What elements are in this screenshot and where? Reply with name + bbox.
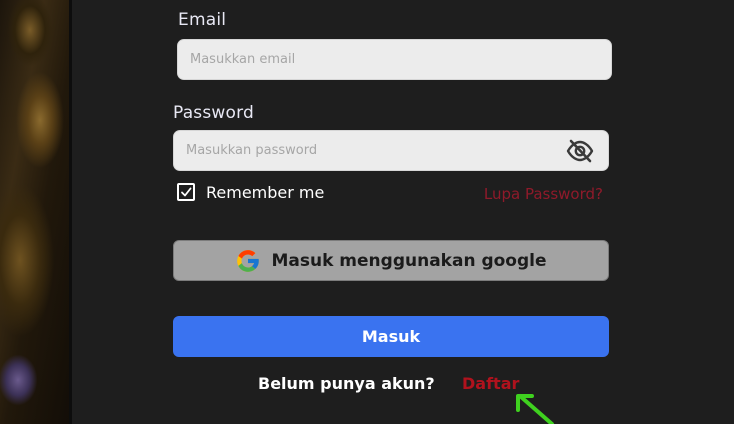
remember-label[interactable]: Remember me xyxy=(206,183,324,202)
arrow-icon xyxy=(516,394,554,424)
login-page: Email Password Remember me Lupa Password… xyxy=(0,0,734,424)
eye-off-icon[interactable] xyxy=(566,138,594,164)
google-icon xyxy=(237,249,260,272)
no-account-text: Belum punya akun? xyxy=(258,374,435,393)
password-label: Password xyxy=(173,103,255,123)
login-submit-button[interactable]: Masuk xyxy=(173,316,609,357)
login-submit-label: Masuk xyxy=(361,327,421,346)
password-field-box xyxy=(173,130,609,171)
google-login-label: Masuk menggunakan google xyxy=(271,250,547,271)
email-label: Email xyxy=(178,10,227,30)
email-input[interactable] xyxy=(188,40,563,79)
google-login-button[interactable]: Masuk menggunakan google xyxy=(173,240,609,281)
forgot-password-link[interactable]: Lupa Password? xyxy=(484,185,603,203)
hero-artwork xyxy=(0,0,72,424)
email-field-box xyxy=(177,39,612,80)
remember-checkbox[interactable] xyxy=(177,183,195,201)
check-icon xyxy=(181,187,192,197)
password-input[interactable] xyxy=(184,131,560,170)
